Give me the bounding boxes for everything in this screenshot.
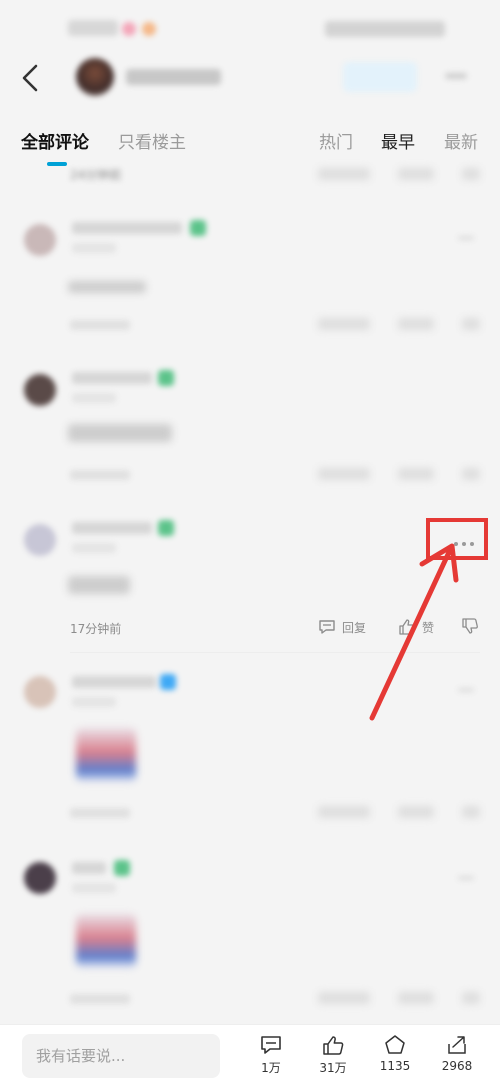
- commenter-name: [72, 522, 152, 534]
- more-dots-icon[interactable]: [445, 73, 467, 79]
- more-dots-icon[interactable]: [458, 876, 474, 880]
- comment-text: [68, 281, 146, 293]
- avatar[interactable]: [24, 224, 56, 256]
- more-dots-icon[interactable]: [458, 688, 474, 692]
- commenter-meta: [72, 697, 116, 707]
- thumbs-up-icon[interactable]: [398, 468, 434, 480]
- reply-icon[interactable]: [318, 318, 370, 330]
- reply-icon[interactable]: [318, 992, 370, 1004]
- thumbs-up-icon[interactable]: [398, 992, 434, 1004]
- thumbs-down-icon[interactable]: [462, 806, 480, 818]
- comment-icon: [261, 1036, 281, 1054]
- commenter-name: [72, 222, 182, 234]
- red-arrow-annotation: [369, 543, 459, 721]
- reply-icon: [319, 620, 335, 634]
- thumbs-down-icon[interactable]: [462, 468, 480, 480]
- like-count: 31万: [319, 1061, 347, 1075]
- avatar[interactable]: [24, 676, 56, 708]
- like-count-button[interactable]: 31万: [311, 1034, 355, 1076]
- status-dot-orange: [142, 22, 156, 36]
- share-count-button[interactable]: 2968: [435, 1034, 479, 1073]
- commenter-name: [72, 676, 156, 688]
- avatar[interactable]: [24, 862, 56, 894]
- top-navigation-bar: [0, 50, 500, 110]
- commenter-meta: [72, 393, 116, 403]
- share-count: 2968: [441, 1059, 473, 1073]
- reply-icon[interactable]: [318, 168, 370, 180]
- thumbs-down-icon[interactable]: [462, 992, 480, 1004]
- sticker-image[interactable]: [76, 914, 136, 968]
- thumbs-up-icon[interactable]: [398, 168, 434, 180]
- uploader-avatar[interactable]: [76, 58, 114, 96]
- status-bar: [0, 0, 500, 50]
- comment-count: 1万: [261, 1061, 281, 1075]
- thumbs-down-icon[interactable]: [462, 318, 480, 330]
- comment-count-button[interactable]: 1万: [249, 1034, 293, 1076]
- comment-time: [70, 808, 130, 818]
- level-badge: [158, 520, 174, 536]
- reply-icon[interactable]: [318, 468, 370, 480]
- thumbs-up-icon[interactable]: [398, 318, 434, 330]
- share-icon: [448, 1036, 466, 1054]
- verified-badge: [160, 674, 176, 690]
- chevron-left-icon[interactable]: [14, 60, 50, 96]
- status-dot-pink: [122, 22, 136, 36]
- uploader-name: [126, 69, 221, 85]
- level-badge: [158, 370, 174, 386]
- sort-newest[interactable]: 最新: [444, 128, 478, 153]
- comment-time: 24分钟前: [70, 168, 122, 182]
- sort-hot[interactable]: 热门: [319, 128, 353, 153]
- comment-time: [70, 320, 130, 330]
- reply-icon[interactable]: [318, 806, 370, 818]
- status-time: [68, 20, 118, 36]
- avatar[interactable]: [24, 524, 56, 556]
- sort-earliest[interactable]: 最早: [381, 128, 415, 153]
- follow-button[interactable]: [343, 62, 417, 92]
- comment-text: [68, 576, 130, 594]
- sticker-image[interactable]: [76, 728, 136, 782]
- comment-time: [70, 470, 130, 480]
- more-dots-icon[interactable]: [458, 236, 474, 240]
- coin-icon: [385, 1035, 405, 1054]
- comment-time: [70, 994, 130, 1004]
- tab-all-comments[interactable]: 全部评论: [21, 128, 89, 153]
- status-indicators: [325, 21, 445, 37]
- commenter-meta: [72, 883, 116, 893]
- comment-input[interactable]: 我有话要说...: [22, 1034, 220, 1078]
- commenter-name: [72, 862, 106, 874]
- coin-count-button[interactable]: 1135: [373, 1034, 417, 1073]
- commenter-meta: [72, 543, 116, 553]
- thumbs-down-icon[interactable]: [462, 168, 480, 180]
- avatar[interactable]: [24, 374, 56, 406]
- level-badge: [190, 220, 206, 236]
- thumbs-up-icon: [323, 1036, 344, 1055]
- comment-text: [68, 424, 172, 442]
- thumbs-up-icon[interactable]: [398, 806, 434, 818]
- commenter-name: [72, 372, 152, 384]
- coin-count: 1135: [379, 1059, 411, 1073]
- tab-op-only[interactable]: 只看楼主: [118, 128, 186, 153]
- commenter-meta: [72, 243, 116, 253]
- level-badge: [114, 860, 130, 876]
- tab-active-indicator: [47, 162, 67, 166]
- comment-time: 17分钟前: [70, 622, 122, 636]
